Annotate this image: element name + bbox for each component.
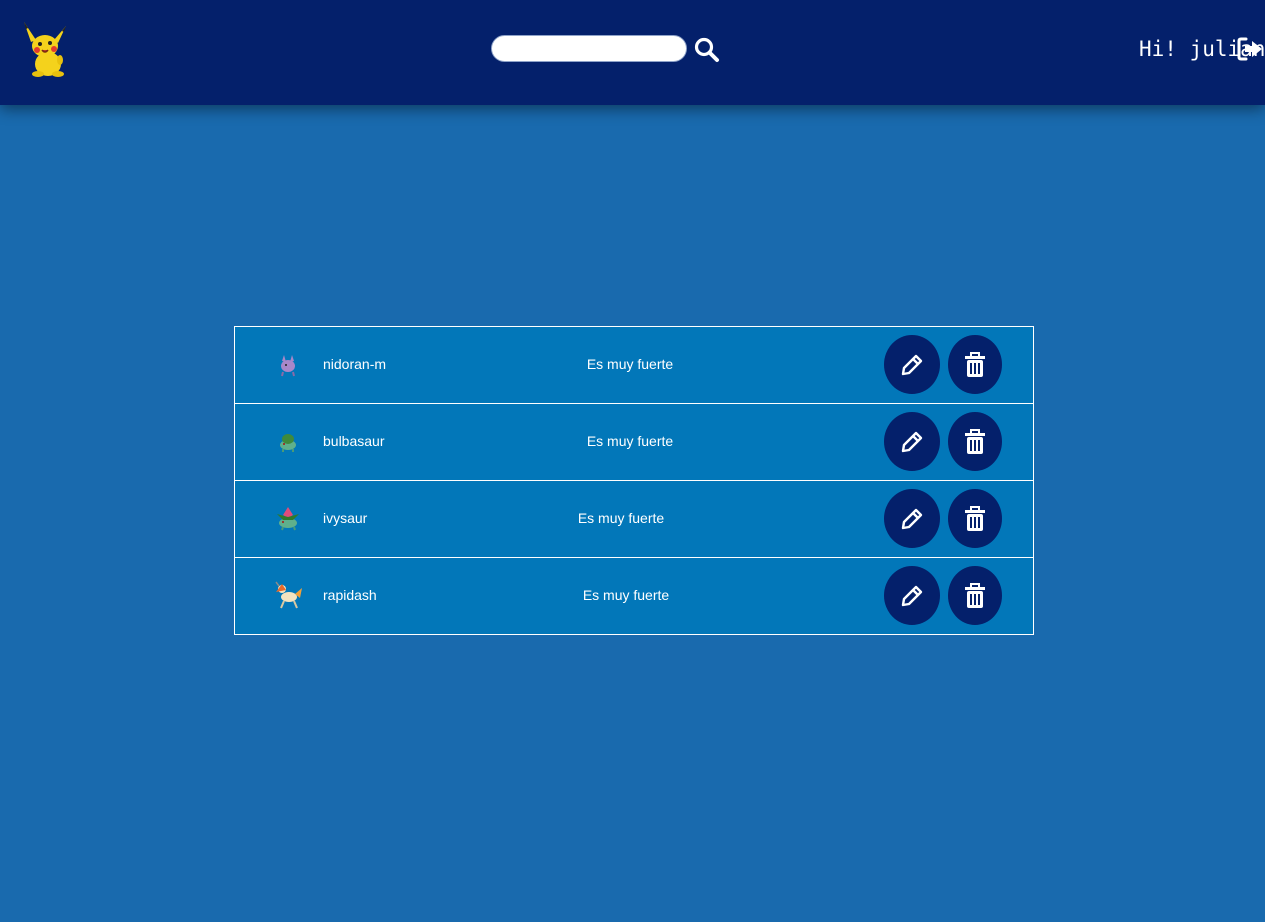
delete-button[interactable] bbox=[948, 489, 1002, 548]
ivysaur-sprite bbox=[277, 507, 299, 531]
pokemon-table: nidoran-m Es muy fuerte bulbasaur Es muy… bbox=[234, 326, 1034, 635]
edit-button[interactable] bbox=[884, 335, 940, 394]
pencil-icon bbox=[901, 354, 923, 375]
search-icon bbox=[694, 37, 719, 62]
search-button[interactable] bbox=[692, 36, 722, 66]
pikachu-logo[interactable] bbox=[14, 16, 78, 80]
pokemon-description: Es muy fuerte bbox=[586, 356, 674, 372]
pokemon-name: nidoran-m bbox=[323, 356, 387, 372]
navbar: Hi! julian bbox=[0, 0, 1265, 105]
rapidash-sprite bbox=[275, 581, 302, 609]
trash-icon bbox=[965, 582, 985, 608]
logout-button[interactable] bbox=[1236, 36, 1264, 62]
table-row: ivysaur Es muy fuerte bbox=[235, 481, 1033, 558]
pencil-icon bbox=[901, 508, 923, 529]
nidoran-m-sprite bbox=[281, 355, 295, 377]
delete-button[interactable] bbox=[948, 566, 1002, 625]
pokemon-description: Es muy fuerte bbox=[577, 510, 665, 526]
pokemon-name: ivysaur bbox=[323, 510, 368, 526]
pokemon-name: bulbasaur bbox=[323, 433, 385, 449]
delete-button[interactable] bbox=[948, 335, 1002, 394]
table-row: rapidash Es muy fuerte bbox=[235, 558, 1033, 634]
edit-button[interactable] bbox=[884, 566, 940, 625]
bulbasaur-sprite bbox=[280, 434, 296, 452]
table-row: bulbasaur Es muy fuerte bbox=[235, 404, 1033, 481]
pokemon-description: Es muy fuerte bbox=[586, 433, 674, 449]
trash-icon bbox=[965, 351, 985, 377]
edit-button[interactable] bbox=[884, 412, 940, 471]
pokemon-name: rapidash bbox=[323, 587, 377, 603]
pencil-icon bbox=[901, 585, 923, 606]
search-input[interactable] bbox=[491, 35, 687, 62]
delete-button[interactable] bbox=[948, 412, 1002, 471]
table-row: nidoran-m Es muy fuerte bbox=[235, 327, 1033, 404]
pencil-icon bbox=[901, 431, 923, 452]
edit-button[interactable] bbox=[884, 489, 940, 548]
sign-out-icon bbox=[1237, 37, 1262, 61]
trash-icon bbox=[965, 428, 985, 454]
pokemon-description: Es muy fuerte bbox=[582, 587, 670, 603]
trash-icon bbox=[965, 505, 985, 531]
